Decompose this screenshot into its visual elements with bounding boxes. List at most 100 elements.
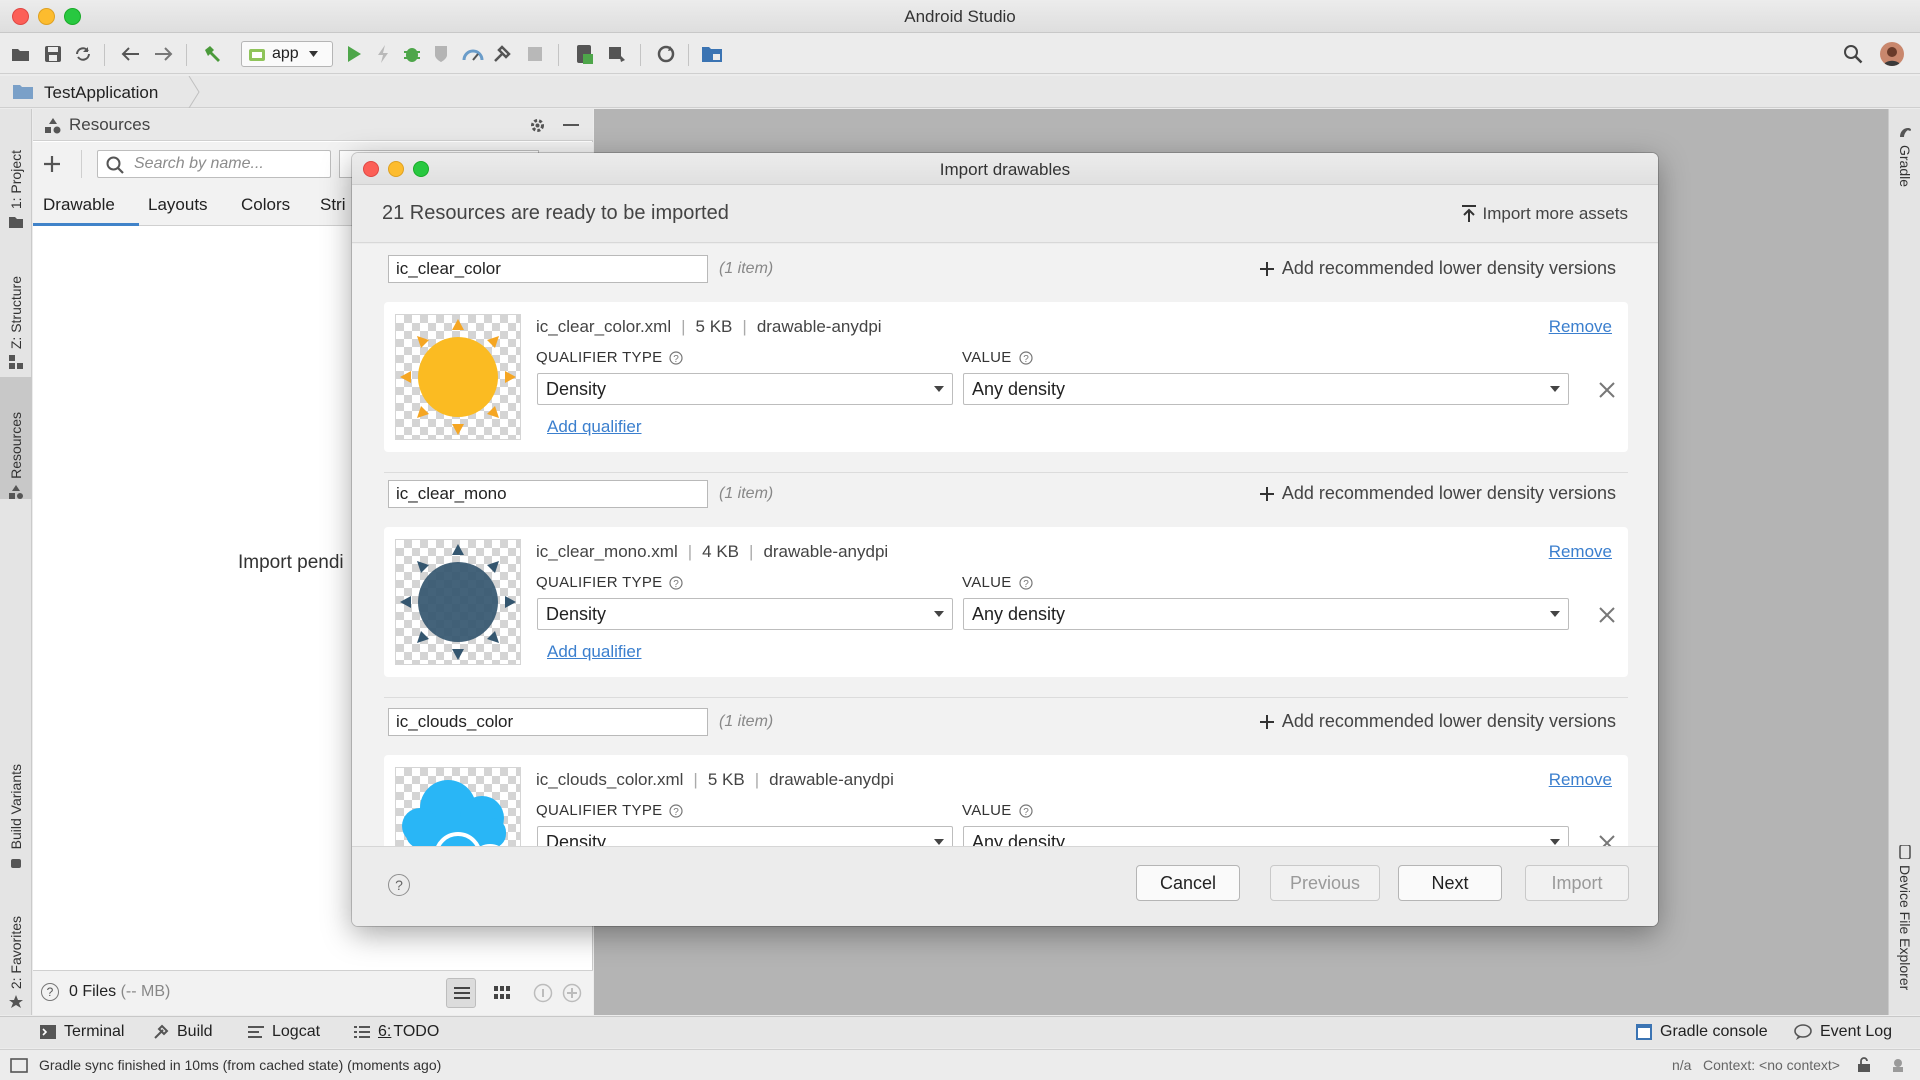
build-hammer-icon[interactable] bbox=[201, 43, 223, 65]
add-qualifier-link[interactable]: Add qualifier bbox=[547, 642, 642, 662]
back-arrow-icon[interactable] bbox=[119, 43, 141, 65]
coverage-icon[interactable] bbox=[430, 43, 452, 65]
attach-debugger-icon[interactable] bbox=[491, 43, 513, 65]
tab-drawable[interactable]: Drawable bbox=[43, 195, 115, 215]
breadcrumb-project[interactable]: TestApplication bbox=[44, 83, 158, 103]
close-icon[interactable] bbox=[1598, 834, 1616, 846]
chevron-down-icon bbox=[1550, 386, 1560, 392]
add-recommended-label: Add recommended lower density versions bbox=[1281, 711, 1616, 731]
tab-gradle-label: Gradle bbox=[1897, 145, 1913, 188]
qualifier-value-select[interactable]: Any density bbox=[963, 598, 1569, 630]
apply-changes-icon[interactable] bbox=[372, 43, 394, 65]
tab-resources-label: Resources bbox=[8, 412, 24, 479]
project-structure-icon[interactable] bbox=[701, 43, 723, 65]
import-button[interactable]: Import bbox=[1525, 865, 1629, 901]
qualifier-type-select[interactable]: Density bbox=[537, 826, 953, 846]
resource-name-field[interactable]: ic_clouds_color bbox=[388, 708, 708, 736]
avatar[interactable] bbox=[1880, 42, 1904, 66]
close-icon[interactable] bbox=[1598, 381, 1616, 399]
add-icon[interactable] bbox=[43, 155, 61, 173]
stop-icon[interactable] bbox=[524, 43, 546, 65]
layout-toggle-icon[interactable] bbox=[10, 1058, 28, 1073]
file-name: ic_clear_color.xml bbox=[536, 317, 672, 336]
sync-gradle-icon[interactable] bbox=[655, 43, 677, 65]
dialog-footer: ? Cancel Previous Next Import bbox=[352, 846, 1658, 926]
search-input[interactable]: Search by name... bbox=[97, 150, 331, 178]
tab-gradle[interactable]: Gradle bbox=[1889, 125, 1920, 187]
gear-icon[interactable] bbox=[529, 117, 546, 134]
qualifier-type-label: QUALIFIER TYPE ? bbox=[536, 349, 684, 366]
tab-device-file-explorer[interactable]: Device File Explorer bbox=[1889, 845, 1920, 990]
list-view-button[interactable] bbox=[446, 978, 476, 1008]
file-size: 5 KB bbox=[695, 317, 733, 336]
svg-text:?: ? bbox=[1023, 354, 1029, 365]
tab-favorites[interactable]: 2: Favorites bbox=[0, 889, 32, 1009]
open-folder-icon[interactable] bbox=[10, 43, 32, 65]
svg-text:?: ? bbox=[674, 579, 680, 590]
file-name: ic_clouds_color.xml bbox=[536, 770, 684, 789]
build-icon bbox=[154, 1024, 169, 1039]
add-recommended-button[interactable]: Add recommended lower density versions bbox=[1259, 483, 1616, 504]
zoom-in-icon[interactable] bbox=[562, 983, 582, 1003]
add-recommended-button[interactable]: Add recommended lower density versions bbox=[1259, 711, 1616, 732]
qualifier-type-select[interactable]: Density bbox=[537, 598, 953, 630]
profiler-icon[interactable] bbox=[462, 43, 484, 65]
previous-button[interactable]: Previous bbox=[1270, 865, 1380, 901]
group-divider bbox=[384, 472, 1628, 473]
remove-link[interactable]: Remove bbox=[1549, 317, 1612, 337]
cancel-button[interactable]: Cancel bbox=[1136, 865, 1240, 901]
add-recommended-button[interactable]: Add recommended lower density versions bbox=[1259, 258, 1616, 279]
forward-arrow-icon[interactable] bbox=[153, 43, 175, 65]
tab-strings[interactable]: Stri bbox=[320, 195, 346, 215]
qualifier-type-label: QUALIFIER TYPE ? bbox=[536, 574, 684, 591]
help-button[interactable]: ? bbox=[388, 874, 410, 896]
add-qualifier-link[interactable]: Add qualifier bbox=[547, 417, 642, 437]
info-icon[interactable] bbox=[533, 983, 553, 1003]
qualifier-value-select[interactable]: Any density bbox=[963, 826, 1569, 846]
tab-structure[interactable]: Z: Structure bbox=[0, 239, 32, 369]
qualifier-value-select[interactable]: Any density bbox=[963, 373, 1569, 405]
inspector-icon[interactable] bbox=[1890, 1057, 1906, 1073]
next-button[interactable]: Next bbox=[1398, 865, 1502, 901]
sdk-manager-icon[interactable] bbox=[606, 43, 628, 65]
tab-project[interactable]: 1: Project bbox=[0, 119, 32, 229]
close-icon[interactable] bbox=[1598, 606, 1616, 624]
remove-link[interactable]: Remove bbox=[1549, 770, 1612, 790]
minimize-panel-icon[interactable] bbox=[563, 124, 579, 127]
save-icon[interactable] bbox=[42, 43, 64, 65]
tab-build[interactable]: Build bbox=[153, 1023, 213, 1041]
tab-layouts[interactable]: Layouts bbox=[148, 195, 208, 215]
event-log-icon bbox=[1794, 1024, 1812, 1040]
run-config-select[interactable]: app bbox=[241, 41, 333, 67]
dialog-body: ic_clear_color (1 item) Add recommended … bbox=[352, 244, 1658, 846]
run-icon[interactable] bbox=[343, 43, 365, 65]
tab-todo[interactable]: 6: TODO bbox=[354, 1023, 439, 1041]
sync-icon[interactable] bbox=[72, 43, 94, 65]
tab-event-log[interactable]: Event Log bbox=[1794, 1023, 1892, 1041]
tab-logcat[interactable]: Logcat bbox=[248, 1023, 320, 1041]
qualifier-type-select[interactable]: Density bbox=[537, 373, 953, 405]
resource-card: ic_clear_mono.xml | 4 KB | drawable-anydpi R… bbox=[384, 527, 1628, 677]
lock-icon[interactable] bbox=[1856, 1057, 1874, 1073]
folder-icon bbox=[13, 85, 33, 99]
tab-terminal[interactable]: Terminal bbox=[40, 1023, 124, 1041]
debug-icon[interactable] bbox=[401, 43, 423, 65]
resource-name-field[interactable]: ic_clear_mono bbox=[388, 480, 708, 508]
add-icon bbox=[1259, 486, 1274, 501]
resource-name-field[interactable]: ic_clear_color bbox=[388, 255, 708, 283]
tab-build-variants[interactable]: Build Variants bbox=[0, 729, 32, 869]
help-icon[interactable]: ? bbox=[41, 983, 59, 1001]
tab-resources[interactable]: Resources bbox=[0, 377, 32, 499]
item-count: (1 item) bbox=[719, 485, 774, 502]
avd-manager-icon[interactable] bbox=[573, 43, 595, 65]
tab-colors[interactable]: Colors bbox=[241, 195, 290, 215]
tab-gradle-console[interactable]: Gradle console bbox=[1636, 1023, 1768, 1041]
chevron-down-icon bbox=[934, 386, 944, 392]
search-icon[interactable] bbox=[1842, 43, 1864, 65]
resource-card: ic_clouds_color.xml | 5 KB | drawable-anydpi… bbox=[384, 755, 1628, 846]
grid-view-button[interactable] bbox=[486, 978, 516, 1008]
value-label: VALUE ? bbox=[962, 802, 1033, 819]
remove-link[interactable]: Remove bbox=[1549, 542, 1612, 562]
import-more-assets-button[interactable]: Import more assets bbox=[1461, 204, 1628, 224]
tab-logcat-label: Logcat bbox=[272, 1023, 321, 1040]
